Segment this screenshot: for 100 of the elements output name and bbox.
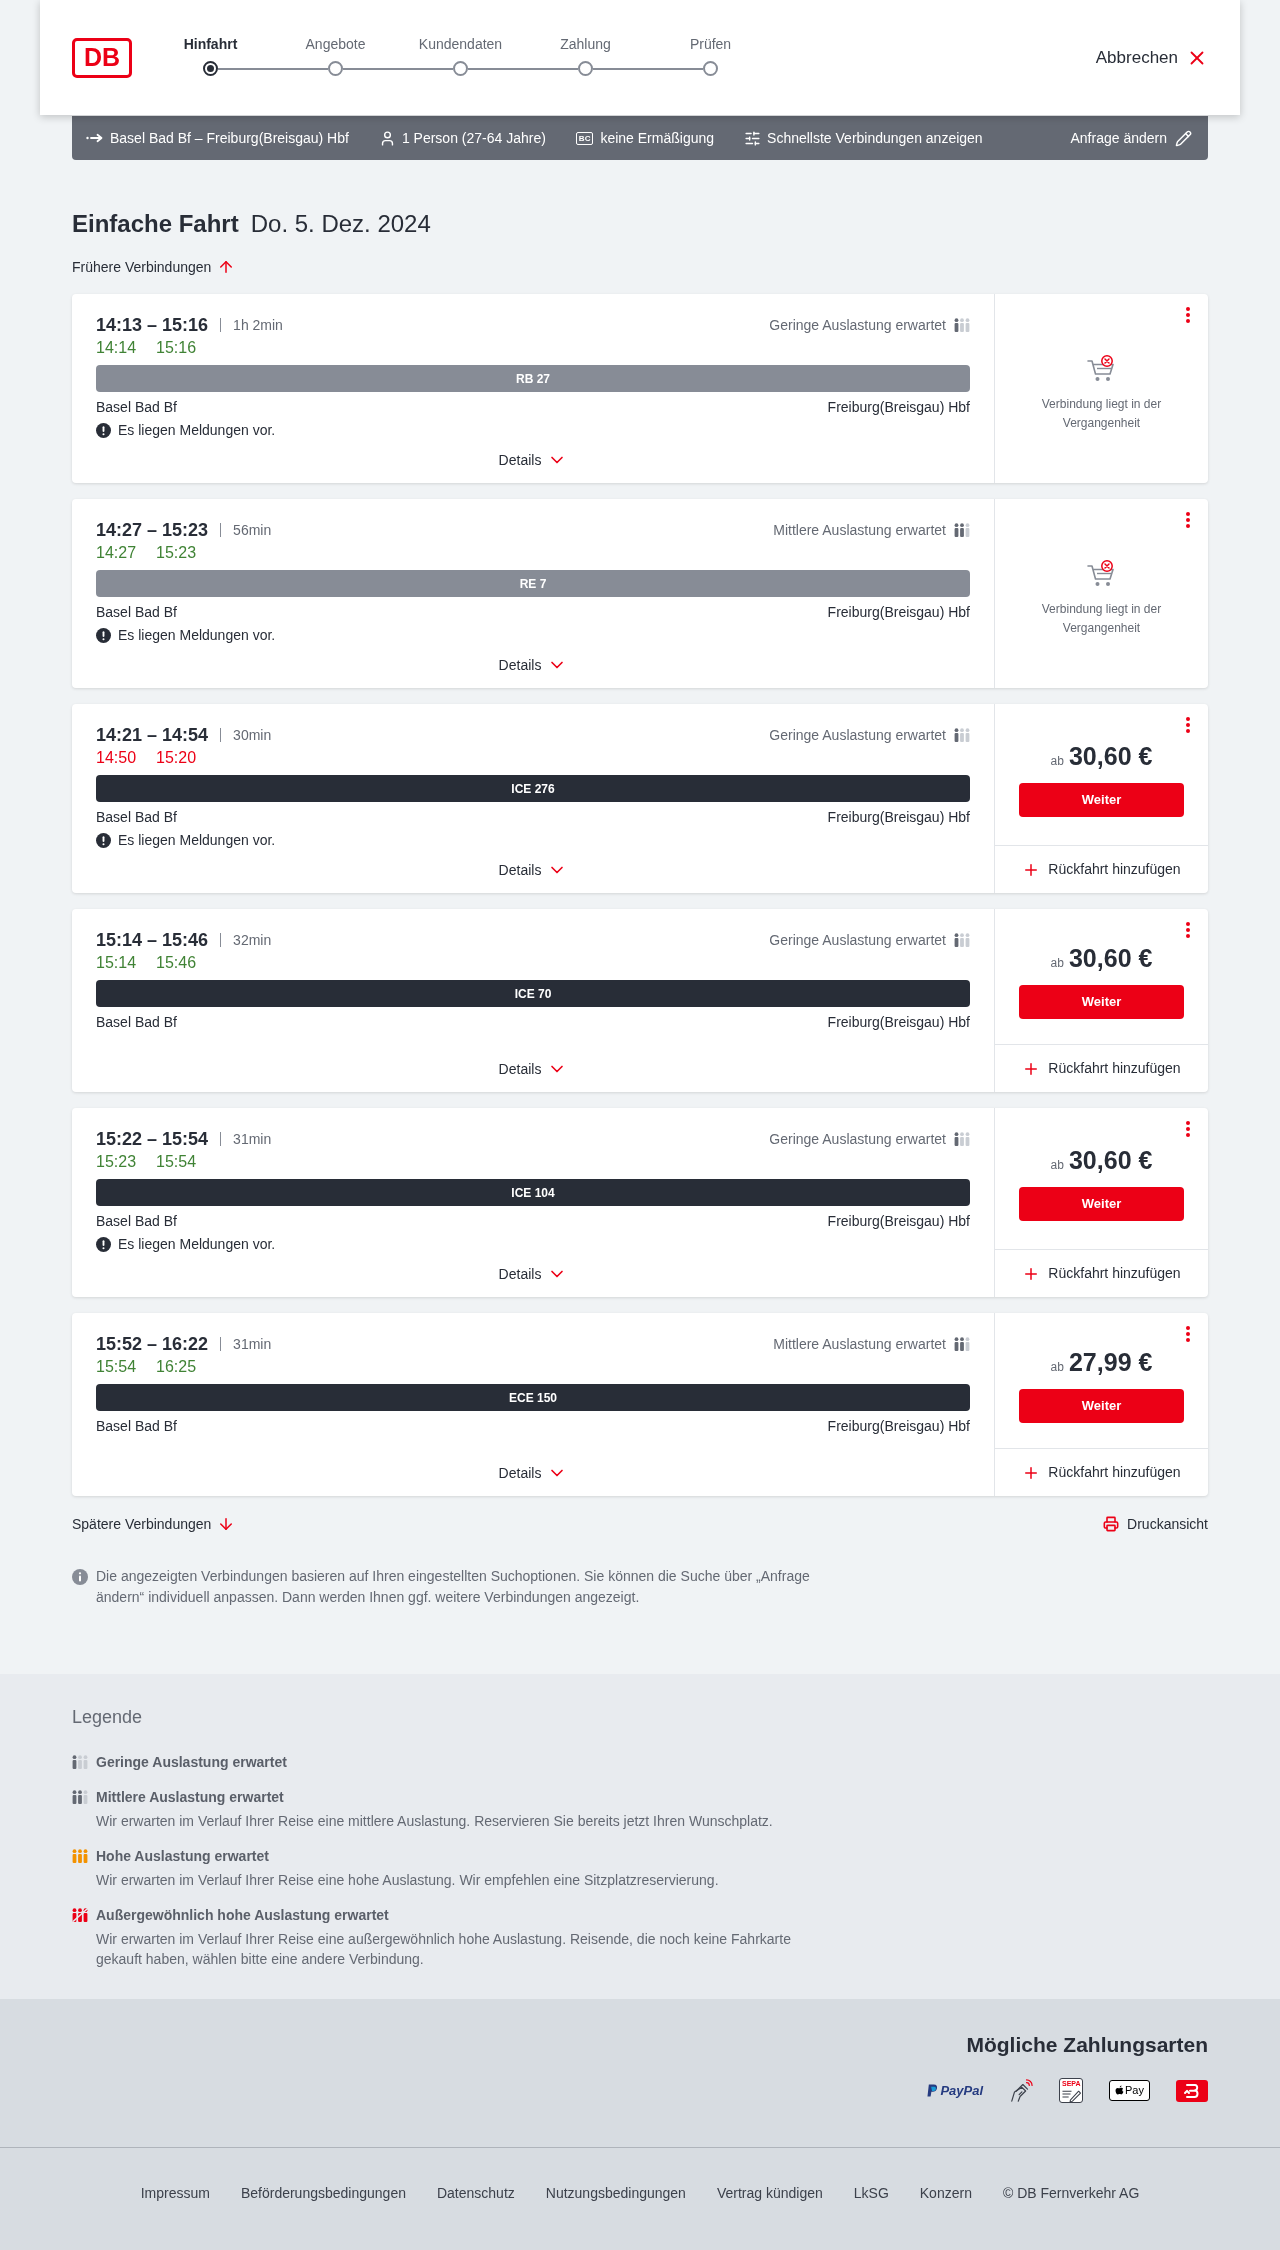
actual-departure-time: 14:14 bbox=[96, 338, 137, 358]
occupancy-label: Mittlere Auslastung erwartet bbox=[773, 1334, 946, 1354]
passengers-text: 1 Person (27-64 Jahre) bbox=[401, 128, 546, 148]
details-toggle[interactable]: Details bbox=[498, 1264, 568, 1284]
actual-departure-time: 14:50 bbox=[96, 748, 137, 768]
more-icon bbox=[1186, 717, 1190, 733]
actual-arrival-time: 15:16 bbox=[156, 338, 197, 358]
planned-times: 14:13 – 15:16 bbox=[96, 314, 209, 336]
travel-date: Do. 5. Dez. 2024 bbox=[250, 209, 431, 239]
footer-link[interactable]: Beförderungsbedingungen bbox=[240, 2183, 406, 2203]
price-label: 27,99 € bbox=[1068, 1346, 1153, 1377]
cancel-button[interactable]: Abbrechen bbox=[1095, 44, 1208, 71]
train-bar[interactable]: ECE 150 bbox=[96, 1384, 970, 1411]
footer-link[interactable]: Nutzungsbedingungen bbox=[545, 2183, 686, 2203]
continue-button[interactable]: Weiter bbox=[1019, 1186, 1184, 1221]
printer-icon bbox=[1103, 1516, 1120, 1532]
later-connections-link[interactable]: Spätere Verbindungen bbox=[72, 1514, 236, 1534]
add-return-trip-link[interactable]: Rückfahrt hinzufügen bbox=[1022, 1263, 1181, 1284]
train-bar[interactable]: ICE 70 bbox=[96, 980, 970, 1007]
alert-icon bbox=[96, 832, 111, 848]
search-option-text: Schnellste Verbindungen anzeigen bbox=[767, 128, 983, 148]
db-logo[interactable]: DB bbox=[72, 37, 132, 78]
add-return-trip-link[interactable]: Rückfahrt hinzufügen bbox=[1022, 859, 1181, 880]
apple-icon bbox=[1115, 2085, 1125, 2096]
arrival-station: Freiburg(Breisgau) Hbf bbox=[827, 1211, 970, 1231]
actual-arrival-time: 15:23 bbox=[156, 543, 197, 563]
details-toggle[interactable]: Details bbox=[498, 860, 568, 880]
payment-tile-icon bbox=[1176, 2079, 1208, 2102]
train-bar[interactable]: ICE 104 bbox=[96, 1179, 970, 1206]
more-icon bbox=[1186, 1326, 1190, 1342]
pencil-icon bbox=[1175, 129, 1192, 147]
step-label: Zahlung bbox=[560, 35, 611, 53]
duration-label: 56min bbox=[233, 520, 272, 540]
step-label: Angebote bbox=[305, 35, 366, 53]
departure-station: Basel Bad Bf bbox=[96, 602, 177, 622]
footer-link[interactable]: Vertrag kündigen bbox=[716, 2183, 823, 2203]
train-bar[interactable]: ICE 276 bbox=[96, 775, 970, 802]
planned-times: 14:27 – 15:23 bbox=[96, 519, 209, 541]
departure-station: Basel Bad Bf bbox=[96, 1012, 177, 1032]
alert-icon bbox=[96, 627, 111, 643]
route-arrow-icon bbox=[86, 133, 104, 143]
price-label: 30,60 € bbox=[1068, 1144, 1153, 1175]
details-toggle[interactable]: Details bbox=[498, 1463, 568, 1483]
planned-times: 15:52 – 16:22 bbox=[96, 1333, 209, 1355]
more-icon bbox=[1186, 922, 1190, 938]
legend-item-title: Mittlere Auslastung erwartet bbox=[96, 1787, 284, 1807]
add-return-trip-link[interactable]: Rückfahrt hinzufügen bbox=[1022, 1462, 1181, 1483]
paypal-mark-icon bbox=[927, 2084, 939, 2097]
notice-text: Es liegen Meldungen vor. bbox=[118, 1234, 276, 1254]
continue-button[interactable]: Weiter bbox=[1019, 1388, 1184, 1423]
arrival-station: Freiburg(Breisgau) Hbf bbox=[827, 397, 970, 417]
step-label: Kundendaten bbox=[418, 35, 503, 53]
footer-link[interactable]: Konzern bbox=[919, 2183, 972, 2203]
notice-text: Es liegen Meldungen vor. bbox=[118, 420, 276, 440]
alert-icon bbox=[96, 422, 111, 438]
arrival-station: Freiburg(Breisgau) Hbf bbox=[827, 807, 970, 827]
more-icon bbox=[1186, 512, 1190, 528]
step-label: Hinfahrt bbox=[183, 35, 238, 53]
price-label: 30,60 € bbox=[1068, 740, 1153, 771]
footer-link[interactable]: Datenschutz bbox=[436, 2183, 515, 2203]
occupancy-label: Mittlere Auslastung erwartet bbox=[773, 520, 946, 540]
price-prefix: ab bbox=[1050, 954, 1064, 972]
footer-link[interactable]: © DB Fernverkehr AG bbox=[1002, 2183, 1140, 2203]
occupancy-label: Geringe Auslastung erwartet bbox=[769, 315, 946, 335]
print-view-link[interactable]: Druckansicht bbox=[1103, 1514, 1208, 1534]
discount-text: keine Ermäßigung bbox=[600, 128, 715, 148]
add-return-trip-link[interactable]: Rückfahrt hinzufügen bbox=[1022, 1058, 1181, 1079]
occupancy-icon bbox=[954, 1132, 970, 1146]
details-toggle[interactable]: Details bbox=[498, 1059, 568, 1079]
notice-text: Es liegen Meldungen vor. bbox=[118, 625, 276, 645]
duration-label: 32min bbox=[233, 930, 272, 950]
continue-button[interactable]: Weiter bbox=[1019, 984, 1184, 1019]
occupancy-label: Geringe Auslastung erwartet bbox=[769, 1129, 946, 1149]
payment-title: Mögliche Zahlungsarten bbox=[966, 2032, 1208, 2058]
details-toggle[interactable]: Details bbox=[498, 655, 568, 675]
departure-station: Basel Bad Bf bbox=[96, 1416, 177, 1436]
actual-arrival-time: 15:54 bbox=[156, 1152, 197, 1172]
details-toggle[interactable]: Details bbox=[498, 450, 568, 470]
legend-item-title: Außergewöhnlich hohe Auslastung erwartet bbox=[96, 1905, 389, 1925]
footer-link[interactable]: LkSG bbox=[853, 2183, 889, 2203]
occupancy-icon bbox=[72, 1755, 88, 1769]
earlier-connections-link[interactable]: Frühere Verbindungen bbox=[72, 257, 236, 277]
cart-cross-icon bbox=[1086, 559, 1117, 588]
occupancy-icon bbox=[954, 1337, 970, 1351]
occupancy-icon bbox=[72, 1790, 88, 1804]
past-connection-message: Verbindung liegt in der Vergangenheit bbox=[1040, 395, 1163, 432]
occupancy-icon bbox=[72, 1908, 88, 1922]
occupancy-label: Geringe Auslastung erwartet bbox=[769, 725, 946, 745]
apple-pay-text: Pay bbox=[1125, 2083, 1144, 2099]
duration-label: 31min bbox=[233, 1129, 272, 1149]
edit-request-button[interactable]: Anfrage ändern bbox=[1070, 127, 1192, 149]
more-icon bbox=[1186, 307, 1190, 323]
notice-text: Es liegen Meldungen vor. bbox=[118, 830, 276, 850]
occupancy-icon bbox=[72, 1849, 88, 1863]
footer-link[interactable]: Impressum bbox=[140, 2183, 210, 2203]
continue-button[interactable]: Weiter bbox=[1019, 782, 1184, 817]
planned-times: 14:21 – 14:54 bbox=[96, 724, 209, 746]
actual-departure-time: 14:27 bbox=[96, 543, 137, 563]
info-note: Die angezeigten Verbindungen basieren auf Ihren eingestellten Suchoptionen. Sie können die Suche über „Anfrage ändern“ individuell anpassen. Dann werden Ihnen ggf. weitere Verbindungen angezeigt. bbox=[96, 1567, 811, 1607]
legend-item-text: Wir erwarten im Verlauf Ihrer Reise eine hohe Auslastung. Wir empfehlen eine Sitzplatzreservierung. bbox=[96, 1871, 720, 1890]
